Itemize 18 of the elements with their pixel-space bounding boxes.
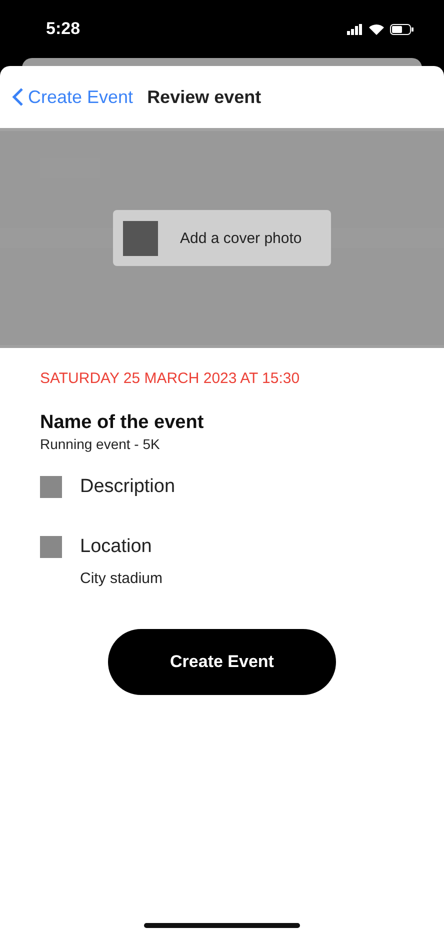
page-title: Review event [147,86,262,108]
wifi-icon [369,24,384,34]
signal-icon [347,24,363,34]
photo-placeholder-icon [123,220,158,256]
add-cover-photo-button[interactable]: Add a cover photo [113,210,331,266]
battery-icon [390,24,414,34]
detail-icon [40,536,62,558]
detail-label: Description [80,476,176,498]
event-date: SATURDAY 25 MARCH 2023 AT 15:30 [40,370,301,387]
status-time: 5:28 [46,19,80,39]
detail-value: City stadium [80,570,164,587]
chevron-left-icon [12,87,24,107]
create-event-button[interactable]: Create Event [108,629,336,695]
back-link[interactable]: Create Event [12,86,134,108]
event-name-label: Name of the event [40,412,205,434]
event-name: Running event - 5K [40,436,161,452]
detail-label: Location [80,536,152,558]
detail-icon [40,476,62,498]
